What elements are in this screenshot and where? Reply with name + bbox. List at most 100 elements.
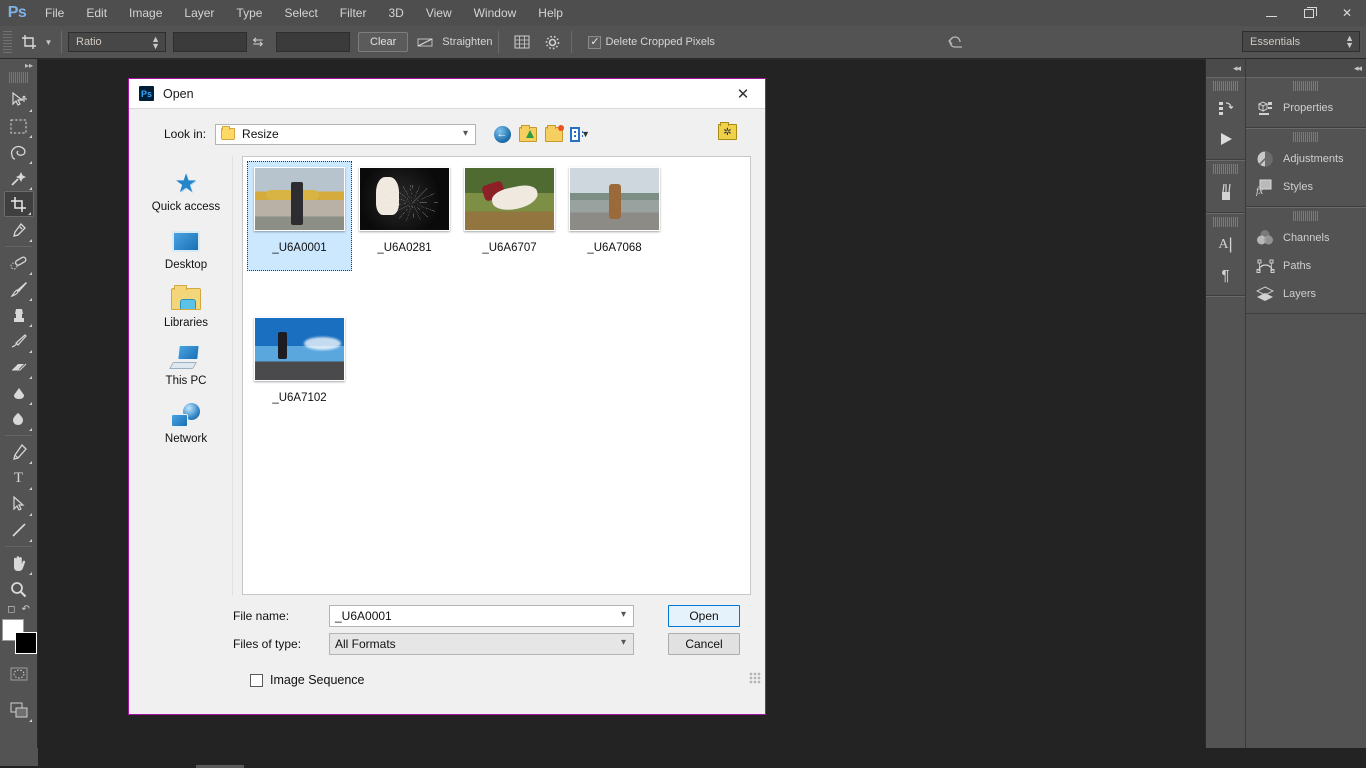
- menu-edit[interactable]: Edit: [75, 0, 118, 26]
- panel-group-grip[interactable]: [1293, 81, 1319, 91]
- file-item[interactable]: _U6A0281: [352, 161, 457, 271]
- file-item[interactable]: _U6A6707: [457, 161, 562, 271]
- crop-width-input[interactable]: [173, 32, 247, 52]
- panel-group-grip[interactable]: [1293, 211, 1319, 221]
- swap-colors-icon[interactable]: ↶: [21, 604, 29, 615]
- panel-item-properties[interactable]: Properties: [1246, 94, 1366, 122]
- panel-item-styles[interactable]: fx Styles: [1246, 173, 1366, 201]
- files-of-type-select[interactable]: All Formats ▾: [329, 633, 634, 655]
- crop-overlay-icon[interactable]: [509, 30, 535, 54]
- menu-type[interactable]: Type: [225, 0, 273, 26]
- type-tool[interactable]: T: [4, 465, 34, 491]
- actions-panel-icon[interactable]: [1206, 124, 1245, 154]
- path-selection-tool[interactable]: [4, 491, 34, 517]
- hand-tool[interactable]: [4, 550, 34, 576]
- favorites-icon[interactable]: ✲: [718, 122, 737, 140]
- collapse-panels-icon[interactable]: ◂◂: [1246, 59, 1366, 77]
- file-item[interactable]: _U6A0001: [247, 161, 352, 271]
- close-icon[interactable]: ✕: [721, 79, 765, 109]
- menu-file[interactable]: File: [34, 0, 75, 26]
- place-desktop[interactable]: Desktop: [143, 226, 229, 271]
- straighten-label[interactable]: Straighten: [442, 36, 492, 48]
- look-in-select[interactable]: Resize ▾: [215, 123, 477, 145]
- panel-group-grip[interactable]: [1212, 81, 1239, 91]
- clone-stamp-tool[interactable]: [4, 302, 34, 328]
- default-colors-icon[interactable]: ◻: [7, 604, 15, 615]
- screen-mode-icon[interactable]: [4, 697, 34, 723]
- history-panel-icon[interactable]: [1206, 94, 1245, 124]
- panel-group-grip[interactable]: [1212, 164, 1239, 174]
- options-bar-grip[interactable]: [3, 31, 12, 53]
- panel-item-layers[interactable]: Layers: [1246, 280, 1366, 308]
- history-brush-tool[interactable]: [4, 328, 34, 354]
- background-color-swatch[interactable]: [14, 632, 37, 654]
- crop-ratio-select[interactable]: Ratio ▲ ▼: [68, 32, 166, 52]
- tool-preset-caret-icon[interactable]: ▼: [42, 30, 55, 54]
- paragraph-panel-icon[interactable]: ¶: [1206, 260, 1245, 290]
- spot-healing-brush-tool[interactable]: [4, 250, 34, 276]
- line-shape-tool[interactable]: [4, 517, 34, 543]
- minimize-button[interactable]: [1252, 0, 1290, 26]
- menu-layer[interactable]: Layer: [173, 0, 225, 26]
- chevron-down-icon[interactable]: ▾: [621, 638, 626, 648]
- menu-window[interactable]: Window: [463, 0, 528, 26]
- menu-select[interactable]: Select: [273, 0, 328, 26]
- rectangular-marquee-tool[interactable]: [4, 113, 34, 139]
- place-quick-access[interactable]: ★ Quick access: [143, 168, 229, 213]
- file-name-input[interactable]: _U6A0001 ▾: [329, 605, 634, 627]
- blur-tool[interactable]: [4, 406, 34, 432]
- lasso-tool[interactable]: [4, 139, 34, 165]
- tools-panel-grip[interactable]: [8, 72, 29, 83]
- clear-button[interactable]: Clear: [358, 32, 409, 52]
- menu-filter[interactable]: Filter: [329, 0, 378, 26]
- cancel-button[interactable]: Cancel: [668, 633, 740, 655]
- expand-panels-icon[interactable]: ▸▸: [0, 59, 37, 71]
- file-item[interactable]: _U6A7102: [247, 311, 352, 421]
- reset-icon[interactable]: [943, 30, 969, 54]
- workspace-select[interactable]: Essentials ▲ ▼: [1242, 31, 1360, 52]
- place-network[interactable]: Network: [143, 400, 229, 445]
- character-panel-icon[interactable]: A |: [1206, 230, 1245, 260]
- maximize-button[interactable]: [1290, 0, 1328, 26]
- eraser-tool[interactable]: [4, 354, 34, 380]
- crop-tool-icon[interactable]: [16, 30, 42, 54]
- file-list[interactable]: _U6A0001 _U6A0281 _U6A6707 _U6A7068 _U6A…: [242, 156, 751, 595]
- gradient-tool[interactable]: [4, 380, 34, 406]
- zoom-tool[interactable]: [4, 576, 34, 602]
- chevron-down-icon[interactable]: ▾: [621, 610, 626, 620]
- back-button[interactable]: ←: [492, 125, 512, 143]
- menu-3d[interactable]: 3D: [377, 0, 414, 26]
- move-tool[interactable]: [4, 87, 34, 113]
- image-sequence-checkbox[interactable]: Image Sequence: [250, 673, 751, 687]
- brush-panel-icon[interactable]: [1206, 177, 1245, 207]
- magic-wand-tool[interactable]: [4, 165, 34, 191]
- straighten-icon[interactable]: [412, 30, 438, 54]
- menu-help[interactable]: Help: [527, 0, 574, 26]
- quick-mask-icon[interactable]: [4, 661, 34, 687]
- resize-grip[interactable]: [749, 672, 761, 684]
- swap-width-height-icon[interactable]: ⇆: [247, 34, 269, 50]
- crop-tool[interactable]: [3, 191, 34, 217]
- close-button[interactable]: ✕: [1328, 0, 1366, 26]
- panel-group-grip[interactable]: [1293, 132, 1319, 142]
- menu-view[interactable]: View: [415, 0, 463, 26]
- menu-image[interactable]: Image: [118, 0, 173, 26]
- up-one-level-button[interactable]: [518, 124, 538, 143]
- eyedropper-tool[interactable]: [4, 217, 34, 243]
- gear-icon[interactable]: [539, 30, 565, 54]
- brush-tool[interactable]: [4, 276, 34, 302]
- create-new-folder-button[interactable]: [544, 124, 565, 143]
- panel-item-channels[interactable]: Channels: [1246, 224, 1366, 252]
- panel-item-adjustments[interactable]: Adjustments: [1246, 145, 1366, 173]
- change-view-button[interactable]: ▼: [570, 125, 590, 143]
- file-item[interactable]: _U6A7068: [562, 161, 667, 271]
- place-libraries[interactable]: Libraries: [143, 284, 229, 329]
- delete-cropped-pixels-checkbox[interactable]: ✓ Delete Cropped Pixels: [588, 35, 715, 49]
- open-button[interactable]: Open: [668, 605, 740, 627]
- panel-group-grip[interactable]: [1212, 217, 1239, 227]
- crop-height-input[interactable]: [276, 32, 350, 52]
- panel-item-paths[interactable]: Paths: [1246, 252, 1366, 280]
- pen-tool[interactable]: [4, 439, 34, 465]
- collapse-panels-icon[interactable]: ◂◂: [1206, 59, 1245, 77]
- place-this-pc[interactable]: This PC: [143, 342, 229, 387]
